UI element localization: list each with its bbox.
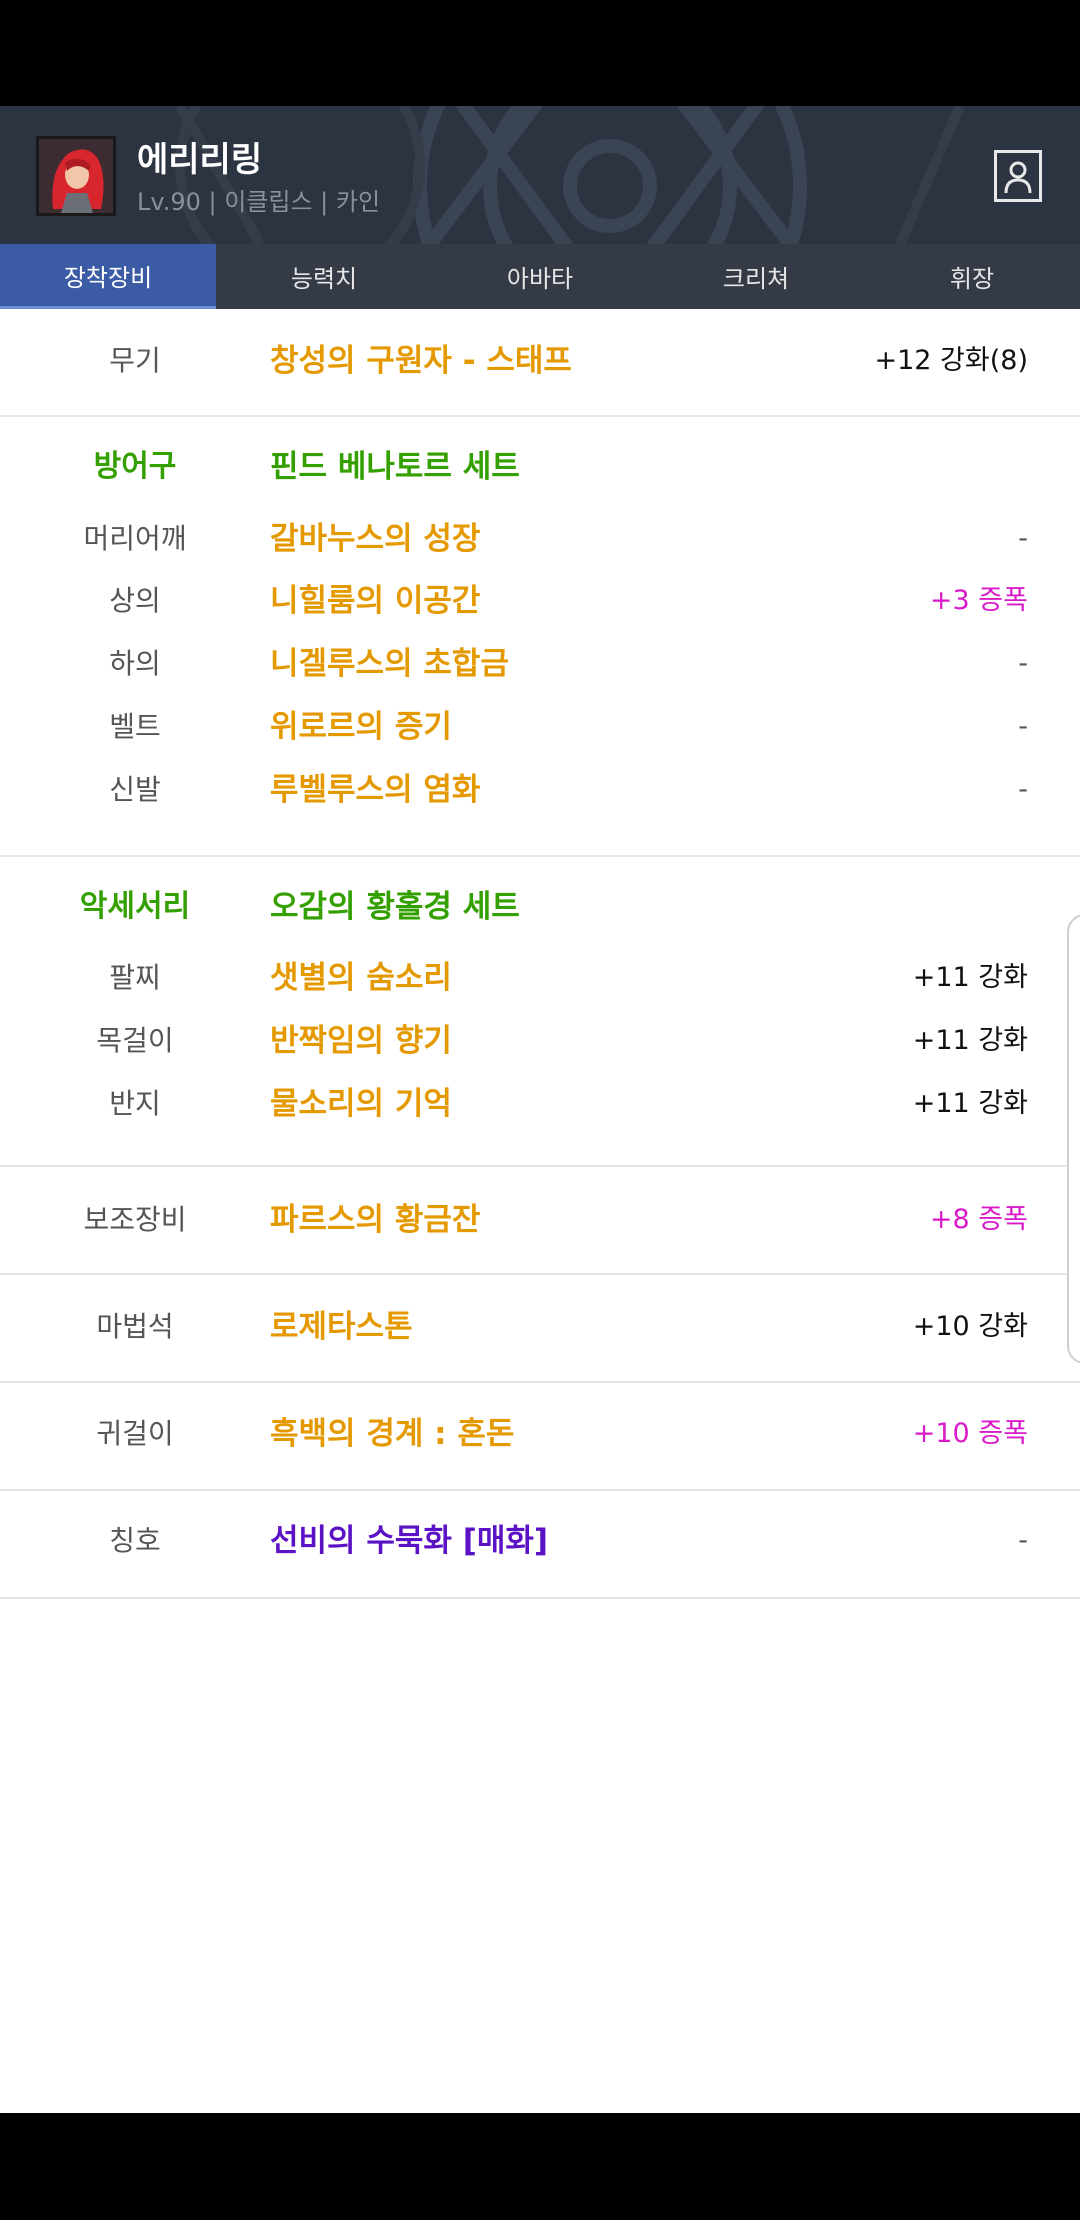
- equipment-list: 무기 창성의 구원자 - 스태프 +12 강화(8) 방어구 핀드 베나토르 세…: [0, 309, 1080, 2113]
- item-value: -: [1018, 774, 1028, 805]
- item-name: 위로르의 증기: [270, 709, 452, 745]
- list-item[interactable]: 상의 니힐룸의 이공간 +3 증폭: [0, 576, 1080, 626]
- slot-label: 벨트: [109, 710, 161, 743]
- item-value: +3 증폭: [929, 585, 1028, 616]
- item-value: -: [1018, 1525, 1028, 1556]
- tab-stats[interactable]: 능력치: [216, 244, 432, 309]
- item-value: +10 강화: [912, 1311, 1028, 1342]
- item-value: -: [1018, 648, 1028, 679]
- character-portrait-icon: [39, 139, 113, 213]
- item-name: 니겔루스의 초합금: [270, 646, 509, 682]
- list-item[interactable]: 신발 루벨루스의 염화 -: [0, 765, 1080, 815]
- set-header: 방어구 핀드 베나토르 세트: [0, 442, 1080, 492]
- accessory-section: 악세서리 오감의 황홀경 세트 팔찌 샛별의 숨소리 +11 강화 목걸이 반짝…: [0, 857, 1080, 1167]
- item-name: 니힐룸의 이공간: [270, 583, 481, 619]
- set-header: 악세서리 오감의 황홀경 세트: [0, 882, 1080, 932]
- slot-label: 보조장비: [83, 1203, 187, 1236]
- tab-avatar[interactable]: 아바타: [432, 244, 648, 309]
- list-item[interactable]: 귀걸이 흑백의 경계 : 혼돈 +10 증폭: [0, 1409, 1080, 1459]
- slot-label: 반지: [109, 1087, 161, 1120]
- item-value: +10 증폭: [912, 1418, 1028, 1449]
- list-item[interactable]: 목걸이 반짝임의 향기 +11 강화: [0, 1016, 1080, 1066]
- tab-insignia[interactable]: 휘장: [864, 244, 1080, 309]
- status-bar: [0, 0, 1080, 106]
- category-label: 악세서리: [79, 889, 191, 924]
- title-section: 칭호 선비의 수묵화 [매화] -: [0, 1491, 1080, 1599]
- item-name: 루벨루스의 염화: [270, 772, 481, 808]
- character-info: Lv.90 | 이클립스 | 카인: [137, 188, 381, 216]
- item-value: -: [1018, 523, 1028, 554]
- magic-stone-section: 마법석 로제타스톤 +10 강화: [0, 1275, 1080, 1383]
- item-name: 갈바누스의 성장: [270, 521, 481, 557]
- side-drawer-handle[interactable]: [1067, 914, 1080, 1364]
- list-item[interactable]: 무기 창성의 구원자 - 스태프 +12 강화(8): [0, 336, 1080, 386]
- item-name: 로제타스톤: [270, 1309, 413, 1345]
- set-name: 오감의 황홀경 세트: [270, 889, 520, 925]
- item-value: +12 강화(8): [874, 345, 1029, 376]
- item-name: 창성의 구원자 - 스태프: [270, 343, 572, 379]
- navigation-bar: [0, 2113, 1080, 2220]
- list-item[interactable]: 머리어깨 갈바누스의 성장 -: [0, 514, 1080, 564]
- slot-label: 목걸이: [96, 1024, 174, 1057]
- item-name: 반짝임의 향기: [270, 1023, 452, 1059]
- list-item[interactable]: 반지 물소리의 기억 +11 강화: [0, 1079, 1080, 1129]
- list-item[interactable]: 칭호 선비의 수묵화 [매화] -: [0, 1516, 1080, 1566]
- item-name: 샛별의 숨소리: [270, 960, 452, 996]
- profile-button[interactable]: [994, 150, 1042, 202]
- list-item[interactable]: 하의 니겔루스의 초합금 -: [0, 639, 1080, 689]
- slot-label: 신발: [109, 773, 161, 806]
- item-value: +8 증폭: [929, 1204, 1028, 1235]
- category-label: 방어구: [93, 449, 177, 484]
- item-value: +11 강화: [912, 962, 1028, 993]
- slot-label: 칭호: [109, 1524, 161, 1557]
- list-item[interactable]: 마법석 로제타스톤 +10 강화: [0, 1302, 1080, 1352]
- tab-equipment[interactable]: 장착장비: [0, 244, 216, 309]
- equipment-tabs: 장착장비 능력치 아바타 크리쳐 휘장: [0, 244, 1080, 309]
- slot-label: 팔찌: [109, 961, 161, 994]
- set-name: 핀드 베나토르 세트: [270, 449, 520, 485]
- slot-label: 무기: [109, 344, 161, 377]
- character-name: 에리리링: [137, 140, 263, 180]
- weapon-section: 무기 창성의 구원자 - 스태프 +12 강화(8): [0, 309, 1080, 417]
- item-name: 물소리의 기억: [270, 1086, 452, 1122]
- item-value: +11 강화: [912, 1088, 1028, 1119]
- list-item[interactable]: 팔찌 샛별의 숨소리 +11 강화: [0, 953, 1080, 1003]
- slot-label: 머리어깨: [83, 522, 187, 555]
- slot-label: 마법석: [96, 1310, 174, 1343]
- tab-creature[interactable]: 크리쳐: [648, 244, 864, 309]
- item-value: +11 강화: [912, 1025, 1028, 1056]
- list-item[interactable]: 벨트 위로르의 증기 -: [0, 702, 1080, 752]
- slot-label: 하의: [109, 647, 161, 680]
- sub-equipment-section: 보조장비 파르스의 황금잔 +8 증폭: [0, 1167, 1080, 1275]
- armor-section: 방어구 핀드 베나토르 세트 머리어깨 갈바누스의 성장 - 상의 니힐룸의 이…: [0, 417, 1080, 857]
- earring-section: 귀걸이 흑백의 경계 : 혼돈 +10 증폭: [0, 1383, 1080, 1491]
- item-name: 파르스의 황금잔: [270, 1202, 481, 1238]
- item-name: 흑백의 경계 : 혼돈: [270, 1416, 515, 1452]
- list-item[interactable]: 보조장비 파르스의 황금잔 +8 증폭: [0, 1195, 1080, 1245]
- slot-label: 상의: [109, 584, 161, 617]
- character-avatar[interactable]: [36, 136, 116, 216]
- user-profile-icon: [1004, 161, 1032, 194]
- slot-label: 귀걸이: [96, 1417, 174, 1450]
- item-value: -: [1018, 711, 1028, 742]
- character-header: 에리리링 Lv.90 | 이클립스 | 카인: [0, 106, 1080, 244]
- item-name: 선비의 수묵화 [매화]: [270, 1523, 549, 1559]
